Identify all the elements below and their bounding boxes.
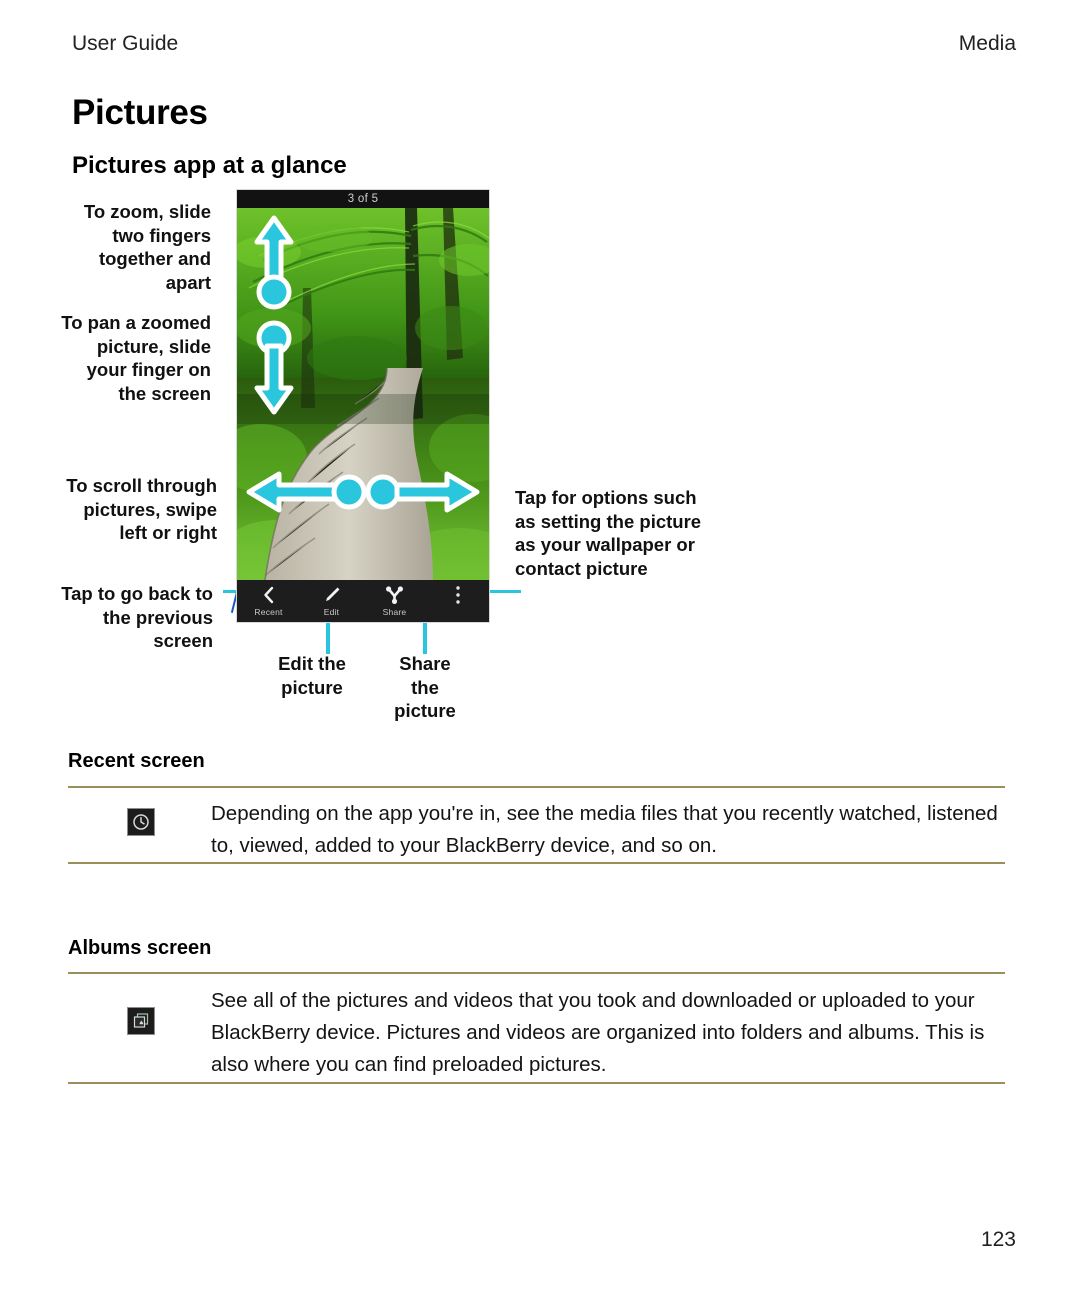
toolbar-label-share: Share bbox=[382, 607, 407, 617]
toolbar-label-edit: Edit bbox=[323, 607, 340, 617]
phone-status-bar: 3 of 5 bbox=[237, 190, 489, 208]
page-subtitle: Pictures app at a glance bbox=[72, 152, 347, 179]
phone-toolbar: Recent Edit Share bbox=[237, 580, 489, 622]
page-title: Pictures bbox=[72, 93, 208, 132]
section-body-albums: See all of the pictures and videos that … bbox=[211, 989, 985, 1076]
toolbar-button-share[interactable]: Share bbox=[363, 580, 426, 622]
page-number: 123 bbox=[980, 1228, 1016, 1251]
callout-options: Tap for options such as setting the pict… bbox=[515, 487, 702, 579]
header-right-label: Media bbox=[958, 32, 1016, 55]
callout-scroll: To scroll through pictures, swipe left o… bbox=[66, 475, 217, 543]
callout-edit: Edit the picture bbox=[278, 653, 346, 698]
chevron-left-icon bbox=[262, 585, 275, 605]
leader-line-edit bbox=[326, 620, 330, 654]
section-rule-bottom-albums bbox=[68, 1082, 1005, 1084]
toolbar-button-recent[interactable]: Recent bbox=[237, 580, 300, 622]
section-title-recent: Recent screen bbox=[68, 750, 205, 772]
section-body-recent: Depending on the app you're in, see the … bbox=[211, 802, 998, 857]
callout-share: Share the picture bbox=[394, 653, 456, 721]
section-rule-bottom-recent bbox=[68, 862, 1005, 864]
toolbar-label-recent: Recent bbox=[254, 607, 283, 617]
overflow-menu-icon bbox=[455, 585, 461, 605]
callout-zoom: To zoom, slide two fingers together and … bbox=[83, 201, 211, 293]
leader-line-share bbox=[423, 620, 427, 654]
callout-back: Tap to go back to the previous screen bbox=[61, 583, 213, 651]
section-rule-top-recent bbox=[68, 786, 1005, 788]
section-rule-top-albums bbox=[68, 972, 1005, 974]
section-title-albums: Albums screen bbox=[68, 937, 212, 959]
forest-photo bbox=[237, 208, 489, 580]
toolbar-button-edit[interactable]: Edit bbox=[300, 580, 363, 622]
pencil-icon bbox=[323, 585, 341, 605]
running-header: User Guide Media bbox=[72, 32, 1016, 56]
pictures-app-diagram: To zoom, slide two fingers together and … bbox=[55, 190, 1015, 730]
clock-icon bbox=[127, 808, 155, 836]
phone-mockup: 3 of 5 Recent Edit Share bbox=[237, 190, 489, 622]
header-left-label: User Guide bbox=[72, 32, 179, 55]
picture-viewer[interactable] bbox=[237, 208, 489, 580]
callout-pan: To pan a zoomed picture, slide your fing… bbox=[61, 312, 211, 404]
share-icon bbox=[385, 585, 404, 605]
toolbar-button-more[interactable]: More bbox=[426, 580, 489, 622]
albums-icon bbox=[127, 1007, 155, 1035]
